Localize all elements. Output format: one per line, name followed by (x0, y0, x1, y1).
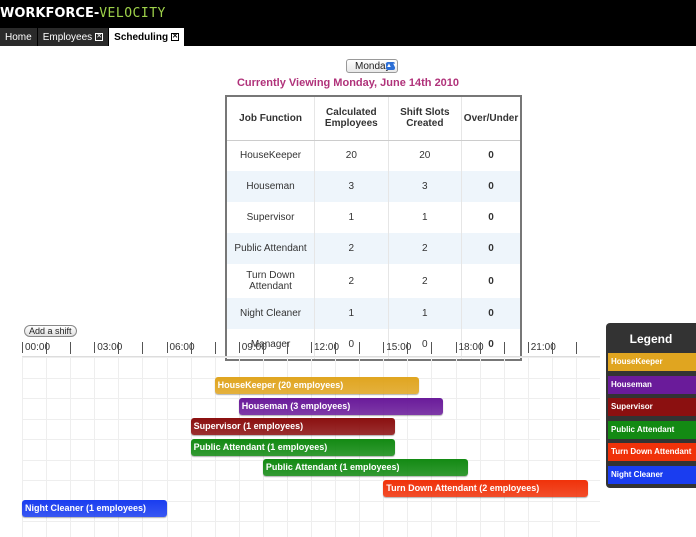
table-cell: Night Cleaner (226, 298, 316, 329)
select-arrows-icon: ▲▼ (386, 62, 398, 70)
grid-line (479, 357, 481, 537)
table-row: Night Cleaner 1 1 0 (226, 298, 522, 329)
grid-line (551, 357, 553, 537)
hour-tick (286, 342, 288, 354)
hour-tick (359, 342, 361, 354)
hour-tick (479, 342, 481, 354)
tab-scheduling[interactable]: Scheduling ✕ (109, 28, 186, 46)
table-cell: 1 (314, 298, 389, 329)
table-row: Houseman 3 3 0 (226, 171, 522, 202)
row-line (22, 521, 600, 522)
table-cell: 0 (461, 171, 522, 202)
table-cell: 2 (314, 264, 389, 298)
shift-bar[interactable]: Houseman (3 employees) (238, 397, 444, 415)
legend-item: Houseman (608, 375, 696, 394)
hour-tick (407, 342, 409, 354)
legend-item: Turn Down Attendant (608, 443, 696, 461)
job-function-table: Job Function Calculated Employees Shift … (225, 95, 522, 361)
table-row: Turn Down Attendant 2 2 0 (226, 264, 522, 298)
shift-bar[interactable]: HouseKeeper (20 employees) (214, 377, 420, 394)
grid-line (503, 357, 505, 537)
top-header-bar: WORKFORCE-VELOCITY Home Employees ✕ Sched… (0, 0, 696, 46)
tab-employees-label: Employees (42, 31, 93, 43)
table-cell: 2 (388, 233, 463, 264)
grid-line (431, 357, 433, 537)
hour-tick (46, 342, 48, 354)
legend-item: HouseKeeper (608, 353, 696, 371)
hour-tick (551, 342, 553, 354)
hour-tick (142, 342, 144, 354)
tab-home[interactable]: Home (0, 28, 38, 46)
grid-line (455, 357, 457, 537)
legend-title: Legend (629, 332, 673, 346)
hour-tick (335, 342, 337, 354)
table-cell: Turn Down Attendant (226, 264, 316, 298)
hour-tick (70, 342, 72, 354)
day-select[interactable]: Monday ▲▼ (346, 59, 398, 73)
grid-line (527, 357, 529, 537)
table-row: HouseKeeper 20 20 0 (226, 140, 522, 171)
grid-line (575, 357, 577, 537)
tab-bar: Home Employees ✕ Scheduling ✕ (0, 28, 186, 46)
row-line (22, 357, 600, 358)
table-cell: 0 (461, 264, 522, 298)
table-cell: Public Attendant (226, 233, 316, 264)
shift-bar[interactable]: Public Attendant (1 employees) (190, 438, 396, 456)
table-row: Supervisor 1 1 0 (226, 202, 522, 233)
table-cell: 0 (461, 202, 522, 233)
shift-bar[interactable]: Supervisor (1 employees) (190, 418, 396, 435)
table-cell: 1 (314, 202, 389, 233)
column-header-calculated-employees: Calculated Employees (314, 96, 389, 141)
viewing-date-title: Currently Viewing Monday, June 14th 2010 (236, 77, 460, 89)
legend-item: Public Attendant (608, 420, 696, 439)
shift-bar[interactable]: Night Cleaner (1 employees) (22, 500, 167, 517)
hour-tick (503, 342, 505, 354)
table-cell: 0 (461, 140, 522, 171)
table-cell: 2 (388, 264, 463, 298)
grid-line (166, 357, 168, 537)
tab-employees[interactable]: Employees ✕ (37, 28, 110, 46)
hour-tick (190, 342, 192, 354)
shift-bar[interactable]: Turn Down Attendant (2 employees) (383, 479, 588, 497)
close-icon[interactable]: ✕ (171, 33, 180, 41)
app-logo: WORKFORCE-VELOCITY (0, 6, 166, 21)
table-cell: 0 (461, 298, 522, 329)
app-title-part1: WORKFORCE- (0, 6, 100, 21)
table-cell: 1 (388, 298, 463, 329)
table-cell: HouseKeeper (226, 140, 316, 171)
table-cell: Supervisor (226, 202, 316, 233)
app-title-part2: VELOCITY (99, 6, 166, 21)
timeline-hour-header: 00:00 03:00 06:00 09:00 12:00 15:00 18:00 21:00 (22, 339, 600, 357)
table-cell: 0 (461, 233, 522, 264)
column-header-shift-slots: Shift Slots Created (388, 96, 463, 141)
shift-bar[interactable]: Public Attendant (1 employees) (262, 459, 468, 476)
shift-timeline: 00:00 03:00 06:00 09:00 12:00 15:00 18:00 21:00… (22, 339, 600, 537)
hour-tick (118, 342, 120, 354)
table-cell: 20 (388, 140, 463, 171)
hour-tick (214, 342, 216, 354)
table-cell: 3 (388, 171, 463, 202)
legend-panel: Legend HouseKeeper Houseman Supervisor Publ… (606, 323, 696, 488)
add-shift-button[interactable]: Add a shift (24, 325, 77, 337)
hour-tick (262, 342, 264, 354)
legend-item: Supervisor (608, 398, 696, 416)
close-icon[interactable]: ✕ (95, 33, 104, 41)
tab-scheduling-label: Scheduling (114, 31, 169, 43)
tab-home-label: Home (5, 31, 32, 43)
table-row: Public Attendant 2 2 0 (226, 233, 522, 264)
column-header-over-under: Over/Under (461, 96, 522, 141)
table-cell: 2 (314, 233, 389, 264)
hour-tick (431, 342, 433, 354)
table-cell: 3 (314, 171, 389, 202)
table-cell: 1 (388, 202, 463, 233)
table-cell: 20 (314, 140, 389, 171)
hour-tick (575, 342, 577, 354)
table-cell: Houseman (226, 171, 316, 202)
column-header-job-function: Job Function (226, 96, 316, 141)
legend-item: Night Cleaner (608, 465, 696, 484)
